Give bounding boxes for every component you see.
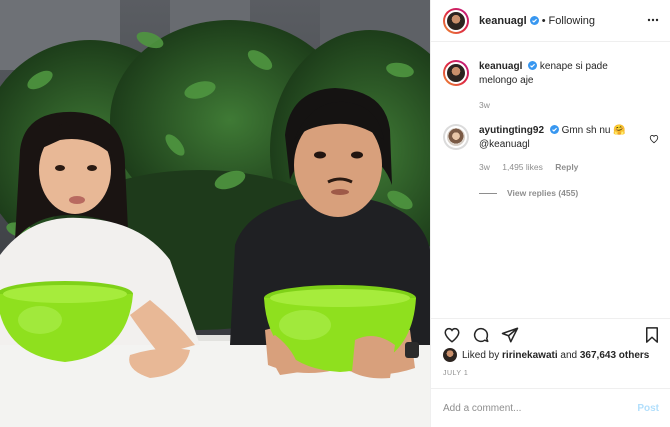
comment-time[interactable]: 3w	[479, 100, 490, 110]
liker-avatar[interactable]	[443, 348, 457, 362]
following-button[interactable]: Following	[549, 15, 595, 27]
bookmark-icon[interactable]	[643, 326, 661, 344]
reply-comment: ayutingting92 Gmn sh nu 🤗 @keanuagl 3w 1…	[443, 124, 659, 174]
comments-list: keanuagl kenape si pade melongo aje 3w a…	[431, 43, 670, 315]
action-bar	[431, 318, 670, 348]
replies-divider-line	[479, 192, 497, 194]
post-side-panel: keanuagl • Following keanuagl kenape si …	[430, 0, 670, 427]
liked-by-prefix: Liked by	[462, 349, 500, 361]
post-photo[interactable]	[0, 0, 430, 427]
comment-meta: 3w	[479, 98, 644, 112]
comment-icon[interactable]	[472, 326, 490, 344]
verified-badge-icon	[529, 16, 539, 25]
comment-body: keanuagl kenape si pade melongo aje 3w	[479, 60, 644, 112]
comment-input[interactable]	[443, 402, 638, 414]
liked-by-middle: and	[560, 349, 578, 361]
author-username[interactable]: keanuagl	[479, 15, 527, 27]
reply-button[interactable]: Reply	[555, 162, 578, 172]
liker-username[interactable]: ririnekawati	[502, 350, 558, 361]
comment-heart-icon[interactable]	[649, 134, 659, 144]
post-image	[0, 0, 430, 427]
add-comment-bar: Post	[431, 388, 670, 427]
comment-likes[interactable]: 1,495 likes	[502, 162, 543, 172]
post-header: keanuagl • Following	[431, 0, 670, 42]
likes-count[interactable]: 367,643 others	[580, 350, 650, 361]
comment-meta: 3w 1,495 likes Reply	[479, 160, 644, 174]
caption-comment: keanuagl kenape si pade melongo aje 3w	[443, 60, 659, 112]
comment-body: ayutingting92 Gmn sh nu 🤗 @keanuagl 3w 1…	[479, 124, 644, 174]
comment-avatar[interactable]	[443, 124, 469, 150]
view-replies-link[interactable]: View replies (455)	[479, 188, 659, 198]
comment-username[interactable]: keanuagl	[479, 61, 522, 72]
view-replies-label: View replies (455)	[507, 188, 579, 198]
verified-badge-icon	[549, 125, 559, 134]
verified-badge-icon	[528, 61, 538, 70]
comment-time[interactable]: 3w	[479, 162, 490, 172]
more-horizontal-icon[interactable]	[647, 14, 659, 26]
post-date[interactable]: JULY 1	[443, 370, 468, 377]
heart-icon[interactable]	[443, 326, 461, 344]
author-avatar[interactable]	[443, 7, 469, 34]
post-button[interactable]: Post	[637, 403, 659, 414]
comment-username[interactable]: ayutingting92	[479, 125, 544, 136]
comment-avatar[interactable]	[443, 60, 469, 86]
share-icon[interactable]	[501, 326, 519, 344]
separator-dot: •	[541, 14, 546, 27]
likes-summary: Liked by ririnekawati and 367,643 others	[443, 348, 649, 362]
